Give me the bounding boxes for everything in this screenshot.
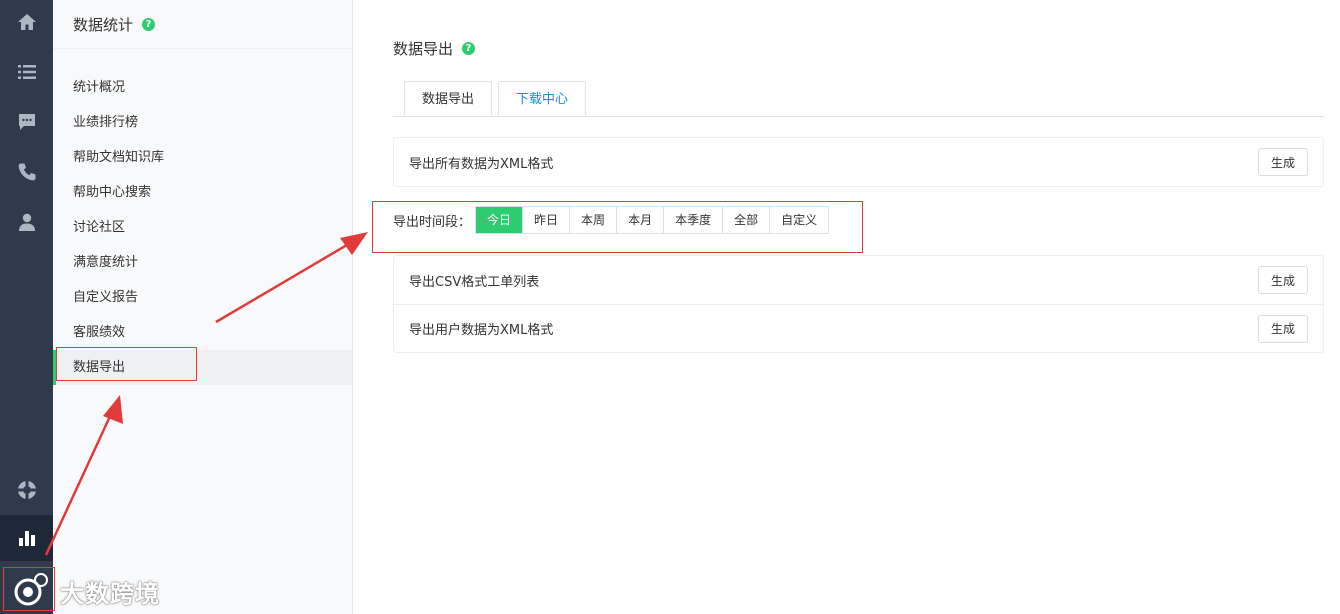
sidebar-item-overview[interactable]: 统计概况 <box>53 70 352 105</box>
sidebar-item-satisfaction[interactable]: 满意度统计 <box>53 245 352 280</box>
sidebar-item-kb-docs[interactable]: 帮助文档知识库 <box>53 140 352 175</box>
page-title: 数据导出 ? <box>393 38 476 59</box>
tab-data-export[interactable]: 数据导出 <box>404 81 492 116</box>
generate-button[interactable]: 生成 <box>1258 148 1308 176</box>
watermark-logo <box>14 573 48 606</box>
user-icon[interactable] <box>0 200 53 244</box>
bar-chart-icon[interactable] <box>0 515 53 561</box>
export-label: 导出CSV格式工单列表 <box>409 274 540 290</box>
sidebar: 数据统计 ? 统计概况 业绩排行榜 帮助文档知识库 帮助中心搜索 讨论社区 满意… <box>53 0 353 614</box>
list-item: 导出用户数据为XML格式 生成 <box>394 304 1323 352</box>
watermark-text: 大数跨境 <box>60 580 160 608</box>
page-title-text: 数据导出 <box>393 40 454 58</box>
export-xml-all-card: 导出所有数据为XML格式 生成 <box>393 137 1324 187</box>
export-list-card: 导出CSV格式工单列表 生成 导出用户数据为XML格式 生成 <box>393 255 1324 353</box>
sidebar-item-community[interactable]: 讨论社区 <box>53 210 352 245</box>
sidebar-item-leaderboard[interactable]: 业绩排行榜 <box>53 105 352 140</box>
export-label: 导出用户数据为XML格式 <box>409 323 554 338</box>
list-item: 导出CSV格式工单列表 生成 <box>394 256 1323 304</box>
help-icon[interactable]: ? <box>142 17 156 31</box>
lifebuoy-icon[interactable] <box>0 468 53 512</box>
phone-icon[interactable] <box>0 150 53 194</box>
sidebar-item-custom-report[interactable]: 自定义报告 <box>53 280 352 315</box>
sidebar-title: 数据统计 <box>73 15 134 34</box>
sidebar-menu: 统计概况 业绩排行榜 帮助文档知识库 帮助中心搜索 讨论社区 满意度统计 自定义… <box>53 70 352 385</box>
tab-download-center[interactable]: 下载中心 <box>498 81 586 116</box>
generate-button[interactable]: 生成 <box>1258 266 1308 294</box>
home-icon[interactable] <box>0 0 53 44</box>
list-icon[interactable] <box>0 50 53 94</box>
tab-bar: 数据导出 下载中心 <box>393 81 1324 117</box>
sidebar-item-agent-performance[interactable]: 客服绩效 <box>53 315 352 350</box>
highlight-box <box>56 347 197 381</box>
export-label: 导出所有数据为XML格式 <box>409 156 554 172</box>
main-content: 数据导出 ? 数据导出 下载中心 导出所有数据为XML格式 生成 导出时间段： … <box>353 0 1340 614</box>
icon-rail <box>0 0 53 614</box>
chat-icon[interactable] <box>0 100 53 144</box>
highlight-box <box>372 201 863 253</box>
sidebar-header: 数据统计 ? <box>53 0 352 49</box>
list-item: 导出所有数据为XML格式 生成 <box>394 138 1323 186</box>
sidebar-item-help-search[interactable]: 帮助中心搜索 <box>53 175 352 210</box>
help-icon[interactable]: ? <box>462 42 476 55</box>
generate-button[interactable]: 生成 <box>1258 314 1308 343</box>
